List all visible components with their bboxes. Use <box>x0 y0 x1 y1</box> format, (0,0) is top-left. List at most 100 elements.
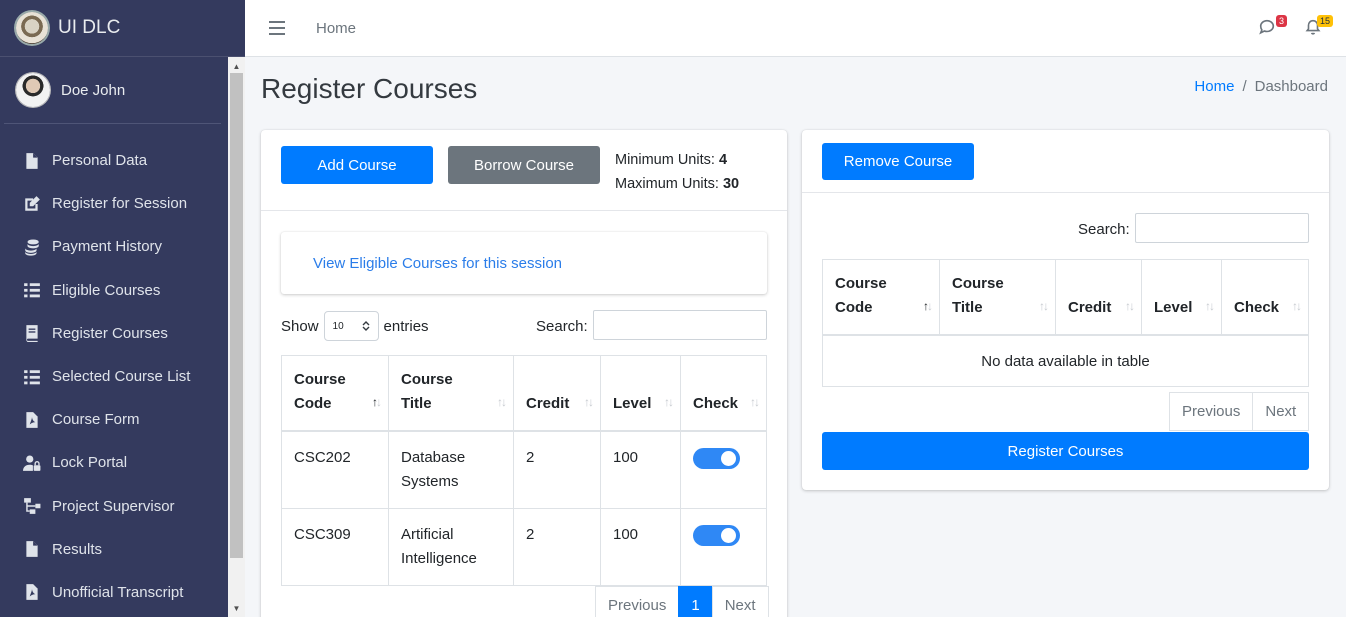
sort-icon: ↑↓ <box>1292 299 1302 313</box>
sidebar-item-label: Payment History <box>52 238 163 256</box>
sidebar-item-unofficial-transcript[interactable]: Unofficial Transcript <box>0 571 245 614</box>
column-header-course-title[interactable]: Course Title ↑↓ <box>388 355 514 432</box>
column-header-level[interactable]: Level ↑↓ <box>1141 259 1222 336</box>
min-units-label: Minimum Units: <box>615 152 715 168</box>
column-header-course-code[interactable]: Course Code ↑↓ <box>281 355 389 432</box>
course-select-toggle[interactable] <box>693 525 740 546</box>
pdf-icon <box>22 582 42 602</box>
sidebar-item-payment-history[interactable]: Payment History <box>0 225 245 268</box>
pagination-previous[interactable]: Previous <box>1169 392 1254 431</box>
sidebar-item-label: Course Form <box>52 411 140 429</box>
search-label: Search: <box>1078 221 1130 238</box>
pagination-next[interactable]: Next <box>1252 392 1310 431</box>
top-home-link[interactable]: Home <box>316 20 356 37</box>
breadcrumb: Home / Dashboard <box>1194 78 1328 95</box>
eligible-courses-table: Course Code ↑↓ Course Title ↑↓ Credit ↑↓ Le… <box>281 355 767 586</box>
column-header-check[interactable]: Check ↑↓ <box>680 355 767 432</box>
cell-course-title: Database Systems <box>388 430 514 509</box>
user-name: Doe John <box>61 81 126 99</box>
scrollbar-thumb[interactable] <box>230 73 243 558</box>
sidebar-item-label: Register for Session <box>52 195 188 213</box>
sort-icon: ↑↓ <box>497 395 507 409</box>
breadcrumb-current: Dashboard <box>1254 78 1328 95</box>
table-row: CSC309 Artificial Intelligence 2 100 <box>281 508 767 586</box>
sort-icon: ↑↓ <box>750 395 760 409</box>
selected-courses-table: Course Code ↑↓ Course Title ↑↓ Credit ↑↓ Le… <box>822 259 1309 387</box>
messages-button[interactable]: 3 <box>1258 15 1287 38</box>
search-input[interactable] <box>593 310 767 340</box>
card-divider <box>261 210 787 211</box>
cell-course-code: CSC202 <box>281 430 389 509</box>
sidebar-item-selected-course-list[interactable]: Selected Course List <box>0 355 245 398</box>
register-courses-button[interactable]: Register Courses <box>822 432 1309 470</box>
sidebar-item-results[interactable]: Results <box>0 528 245 571</box>
breadcrumb-separator: / <box>1242 78 1247 95</box>
sidebar-item-eligible-courses[interactable]: Eligible Courses <box>0 269 245 312</box>
column-header-level[interactable]: Level ↑↓ <box>600 355 681 432</box>
pagination-next[interactable]: Next <box>711 586 769 617</box>
sidebar-item-label: Eligible Courses <box>52 281 161 299</box>
column-header-credit[interactable]: Credit ↑↓ <box>1055 259 1142 336</box>
pagination: Previous 1 Next <box>595 586 769 617</box>
view-eligible-courses-link[interactable]: View Eligible Courses for this session <box>313 255 562 272</box>
sidebar-item-project-supervisor[interactable]: Project Supervisor <box>0 485 245 528</box>
breadcrumb-home[interactable]: Home <box>1194 78 1234 95</box>
user-panel[interactable]: Doe John <box>4 57 221 124</box>
max-units-label: Maximum Units: <box>615 176 719 192</box>
pdf-icon <box>22 410 42 430</box>
column-header-course-title[interactable]: Course Title ↑↓ <box>939 259 1056 336</box>
sort-icon: ↑↓ <box>372 395 382 409</box>
entries-select[interactable]: 10 <box>323 311 379 341</box>
column-header-credit[interactable]: Credit ↑↓ <box>513 355 601 432</box>
pagination-previous[interactable]: Previous <box>595 586 680 617</box>
sort-icon: ↑↓ <box>1205 299 1215 313</box>
min-units-value: 4 <box>718 152 728 168</box>
coins-icon <box>22 237 42 257</box>
sidebar-item-personal-data[interactable]: Personal Data <box>0 139 245 182</box>
course-select-toggle[interactable] <box>693 448 740 469</box>
table-row: CSC202 Database Systems 2 100 <box>281 430 767 509</box>
sitemap-icon <box>22 496 42 516</box>
borrow-course-button[interactable]: Borrow Course <box>448 146 600 184</box>
sidebar-item-label: Project Supervisor <box>52 497 175 515</box>
file-icon <box>22 539 42 559</box>
add-course-button[interactable]: Add Course <box>281 146 433 184</box>
page-title: Register Courses <box>261 73 478 104</box>
sidebar-nav: Personal Data Register for Session Payme… <box>0 124 245 614</box>
column-header-check[interactable]: Check ↑↓ <box>1221 259 1309 336</box>
eligible-courses-card: Add Course Borrow Course Minimum Units: … <box>261 130 787 617</box>
sidebar-item-register-for-session[interactable]: Register for Session <box>0 182 245 225</box>
sidebar-item-label: Register Courses <box>52 324 168 342</box>
column-header-course-code[interactable]: Course Code ↑↓ <box>822 259 940 336</box>
cell-check <box>680 508 767 586</box>
empty-table-message: No data available in table <box>822 334 1309 387</box>
notifications-button[interactable]: 15 <box>1304 15 1333 38</box>
pagination-page-1[interactable]: 1 <box>678 586 713 617</box>
sort-icon: ↑↓ <box>1125 299 1135 313</box>
search-input[interactable] <box>1135 213 1309 243</box>
sidebar-item-course-form[interactable]: Course Form <box>0 398 245 441</box>
sort-icon: ↑↓ <box>584 395 594 409</box>
cell-course-code: CSC309 <box>281 508 389 586</box>
show-label: Show <box>281 317 319 335</box>
cell-course-title: Artificial Intelligence <box>388 508 514 586</box>
sidebar-item-lock-portal[interactable]: Lock Portal <box>0 441 245 484</box>
table-header-row: Course Code ↑↓ Course Title ↑↓ Credit ↑↓ Le… <box>281 355 767 432</box>
pagination: Previous Next <box>1169 392 1310 431</box>
menu-toggle-icon[interactable] <box>269 21 285 35</box>
card-divider <box>802 192 1329 193</box>
top-navbar: Home 3 15 <box>245 0 1346 57</box>
edit-icon <box>22 194 42 214</box>
avatar <box>16 73 50 107</box>
scroll-down-arrow[interactable]: ▼ <box>228 601 245 615</box>
comments-icon <box>1259 19 1275 35</box>
sidebar-scrollbar[interactable]: ▲ ▼ <box>228 57 245 617</box>
sidebar-item-register-courses[interactable]: Register Courses <box>0 312 245 355</box>
cell-level: 100 <box>600 430 681 509</box>
sidebar-item-label: Unofficial Transcript <box>52 583 184 601</box>
remove-course-button[interactable]: Remove Course <box>822 143 974 180</box>
brand-link[interactable]: UI DLC <box>0 0 245 57</box>
cell-credit: 2 <box>513 430 601 509</box>
scroll-up-arrow[interactable]: ▲ <box>228 59 245 73</box>
sort-icon: ↑↓ <box>1039 299 1049 313</box>
